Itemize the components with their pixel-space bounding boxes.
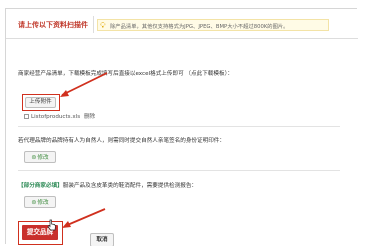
hand-cursor-icon	[47, 219, 56, 231]
upload-highlight: 上传附件	[22, 94, 60, 111]
test-report-label: 【部分商家必填】服装产品及含皮革类的鞋消配件，需要提供检测报告：	[18, 181, 197, 189]
panel-title: 请上传以下资料扫描件	[18, 21, 88, 29]
modify-test-report-button[interactable]: ⊜修改	[24, 196, 56, 208]
modify-label: 修改	[37, 200, 49, 206]
file-checkbox[interactable]	[24, 114, 29, 119]
lightbulb-icon: 💡︎	[100, 21, 106, 30]
file-name[interactable]: Listofproducts.xls	[31, 114, 80, 120]
header-divider	[93, 16, 94, 33]
tip-banner: 💡︎ 除产品清单，其他仅支持格式为JPG、JPEG、BMP大小不超过800K的图…	[97, 19, 329, 31]
panel-header: 请上传以下资料扫描件 💡︎ 除产品清单，其他仅支持格式为JPG、JPEG、BMP…	[6, 9, 358, 39]
cancel-button[interactable]: 取消	[90, 233, 114, 246]
upload-attachment-button[interactable]: 上传附件	[25, 97, 56, 108]
modify-icon: ⊜	[31, 154, 37, 161]
modify-label: 修改	[37, 155, 49, 161]
owner-id-label: 若代理品牌的品牌持有人为自然人，则需同时提交自然人亲笔签名的身份证明印件：	[18, 138, 225, 144]
modify-icon: ⊜	[31, 199, 37, 206]
brand-upload-panel: 请上传以下资料扫描件 💡︎ 除产品清单，其他仅支持格式为JPG、JPEG、BMP…	[5, 8, 358, 246]
tip-text: 除产品清单，其他仅支持格式为JPG、JPEG、BMP大小不超过800K的图片。	[110, 24, 289, 30]
required-tag: 【部分商家必填】	[18, 183, 63, 189]
divider	[18, 126, 340, 127]
test-report-text: 服装产品及含皮革类的鞋消配件，需要提供检测报告：	[62, 183, 198, 189]
divider	[18, 170, 340, 171]
uploaded-file-row: Listofproducts.xls 删除	[24, 112, 95, 120]
modify-owner-id-button[interactable]: ⊜修改	[24, 151, 56, 163]
product-list-label: 商家经营产品清单，下载模板完成填写后直接以excel格式上传即可 （点此下载模板…	[18, 71, 233, 77]
delete-file-link[interactable]: 删除	[84, 114, 95, 120]
